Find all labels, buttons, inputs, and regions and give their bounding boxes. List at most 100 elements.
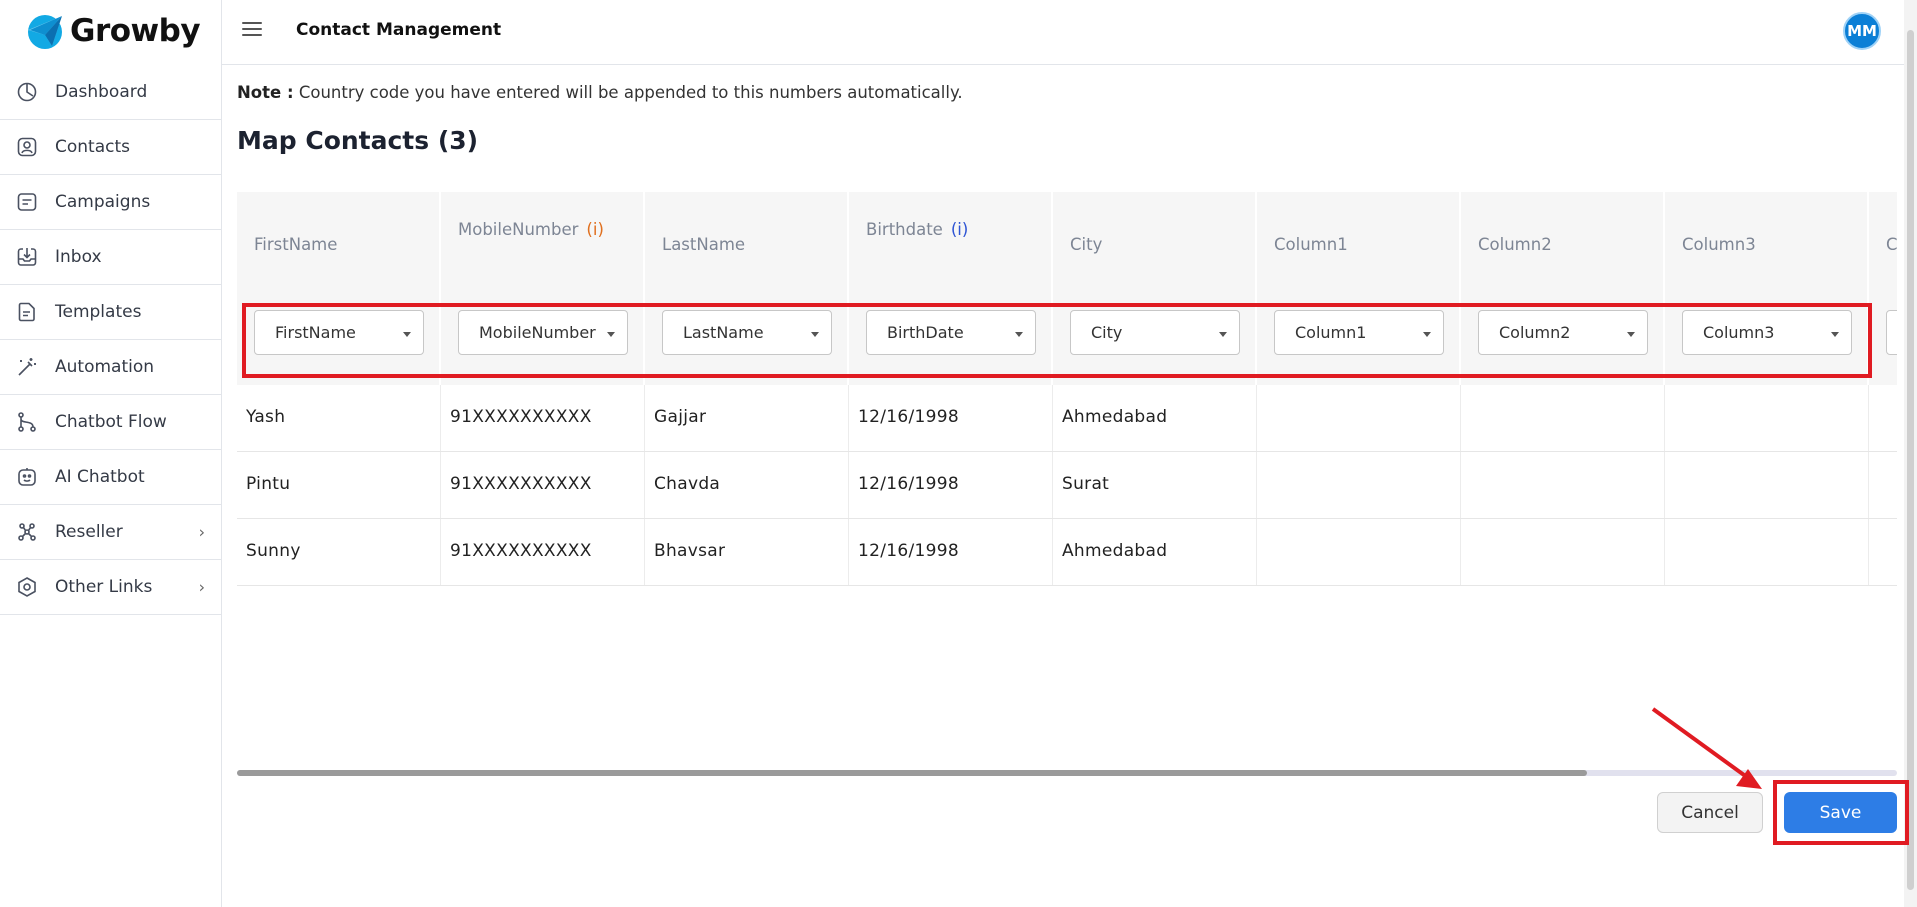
- note-label: Note :: [237, 83, 294, 102]
- scrollbar-thumb[interactable]: [237, 770, 1587, 776]
- column-header-firstname: FirstName: [237, 192, 441, 285]
- save-button[interactable]: Save: [1784, 792, 1897, 833]
- sidebar-item-other-links[interactable]: Other Links ›: [0, 560, 221, 615]
- map-select-mobilenumber[interactable]: MobileNumber: [458, 310, 628, 355]
- page-header-title: Contact Management: [296, 20, 502, 40]
- sidebar-item-dashboard[interactable]: Dashboard: [0, 65, 221, 120]
- sidebar-item-label: Automation: [55, 357, 155, 377]
- column-header-partial: C: [1869, 192, 1897, 285]
- table-row: Yash 91XXXXXXXXXX Gajjar 12/16/1998 Ahme…: [237, 385, 1897, 452]
- cell-birthdate: 12/16/1998: [858, 541, 959, 561]
- sidebar-item-label: Dashboard: [55, 82, 148, 102]
- chevron-right-icon: ›: [198, 522, 205, 542]
- map-contacts-table: FirstName MobileNumber (i) LastName Birth…: [237, 192, 1897, 594]
- avatar[interactable]: MM: [1843, 12, 1881, 50]
- sidebar-item-label: AI Chatbot: [55, 467, 145, 487]
- country-code-note: Note : Country code you have entered wil…: [237, 83, 963, 102]
- column-header-birthdate: Birthdate (i): [849, 192, 1053, 285]
- sidebar-item-campaigns[interactable]: Campaigns: [0, 175, 221, 230]
- map-select-partial[interactable]: [1886, 310, 1897, 355]
- sidebar-item-ai-chatbot[interactable]: AI Chatbot: [0, 450, 221, 505]
- cell-birthdate: 12/16/1998: [858, 407, 959, 427]
- cell-city: Surat: [1062, 474, 1110, 494]
- caret-down-icon: [1015, 332, 1023, 337]
- sidebar-item-label: Campaigns: [55, 192, 151, 212]
- column-header-label: City: [1070, 235, 1103, 254]
- caret-down-icon: [811, 332, 819, 337]
- inbox-icon: [14, 244, 40, 270]
- logo[interactable]: Growby: [24, 6, 201, 56]
- cell-mobilenumber: 91XXXXXXXXXX: [450, 407, 592, 427]
- map-select-column3[interactable]: Column3: [1682, 310, 1852, 355]
- sidebar-item-label: Contacts: [55, 137, 130, 157]
- sidebar-item-automation[interactable]: Automation: [0, 340, 221, 395]
- dashboard-icon: [14, 79, 40, 105]
- column-header-lastname: LastName: [645, 192, 849, 285]
- map-select-lastname[interactable]: LastName: [662, 310, 832, 355]
- cell-firstname: Yash: [246, 407, 286, 427]
- sidebar-item-contacts[interactable]: Contacts: [0, 120, 221, 175]
- caret-down-icon: [1423, 332, 1431, 337]
- other-links-icon: [14, 574, 40, 600]
- column-header-label: Column3: [1682, 235, 1756, 254]
- cell-lastname: Bhavsar: [654, 541, 726, 561]
- top-header: Contact Management MM: [222, 0, 1917, 65]
- map-select-birthdate[interactable]: BirthDate: [866, 310, 1036, 355]
- table-header-row: FirstName MobileNumber (i) LastName Birth…: [237, 192, 1897, 285]
- column-header-mobilenumber: MobileNumber (i): [441, 192, 645, 285]
- column-header-column2: Column2: [1461, 192, 1665, 285]
- sidebar-item-label: Chatbot Flow: [55, 412, 167, 432]
- cell-mobilenumber: 91XXXXXXXXXX: [450, 474, 592, 494]
- cell-firstname: Sunny: [246, 541, 301, 561]
- sidebar-item-label: Reseller: [55, 522, 123, 542]
- map-select-column2[interactable]: Column2: [1478, 310, 1648, 355]
- caret-down-icon: [403, 332, 411, 337]
- reseller-icon: [14, 519, 40, 545]
- sidebar-item-chatbot-flow[interactable]: Chatbot Flow: [0, 395, 221, 450]
- column-header-label: Birthdate: [866, 220, 943, 239]
- app-root: Growby Dashboard Contacts Campaigns Inbo…: [0, 0, 1917, 907]
- sidebar-item-label: Inbox: [55, 247, 102, 267]
- ai-chatbot-icon: [14, 464, 40, 490]
- automation-icon: [14, 354, 40, 380]
- cell-lastname: Gajjar: [654, 407, 707, 427]
- sidebar-item-reseller[interactable]: Reseller ›: [0, 505, 221, 560]
- note-text: Country code you have entered will be ap…: [293, 83, 963, 102]
- cell-mobilenumber: 91XXXXXXXXXX: [450, 541, 592, 561]
- templates-icon: [14, 299, 40, 325]
- map-select-city[interactable]: City: [1070, 310, 1240, 355]
- campaigns-icon: [14, 189, 40, 215]
- menu-icon[interactable]: [242, 22, 262, 40]
- chatbot-flow-icon: [14, 409, 40, 435]
- sidebar-item-templates[interactable]: Templates: [0, 285, 221, 340]
- caret-down-icon: [1219, 332, 1227, 337]
- column-header-column1: Column1: [1257, 192, 1461, 285]
- column-header-label: MobileNumber: [458, 220, 579, 239]
- map-select-column1[interactable]: Column1: [1274, 310, 1444, 355]
- page-scrollbar[interactable]: [1904, 0, 1917, 907]
- column-header-label: C: [1886, 235, 1897, 254]
- cell-city: Ahmedabad: [1062, 407, 1168, 427]
- caret-down-icon: [1627, 332, 1635, 337]
- cell-firstname: Pintu: [246, 474, 291, 494]
- sidebar-item-label: Other Links: [55, 577, 153, 597]
- table-horizontal-scrollbar[interactable]: [237, 770, 1897, 776]
- sidebar-item-inbox[interactable]: Inbox: [0, 230, 221, 285]
- mapping-row: FirstName MobileNumber LastName BirthDat…: [237, 285, 1897, 385]
- page-title: Map Contacts (3): [237, 126, 479, 155]
- cancel-button[interactable]: Cancel: [1657, 792, 1763, 833]
- info-icon[interactable]: (i): [586, 220, 603, 239]
- column-header-city: City: [1053, 192, 1257, 285]
- info-icon[interactable]: (i): [951, 220, 968, 239]
- table-row: Pintu 91XXXXXXXXXX Chavda 12/16/1998 Sur…: [237, 452, 1897, 519]
- cell-birthdate: 12/16/1998: [858, 474, 959, 494]
- map-select-firstname[interactable]: FirstName: [254, 310, 424, 355]
- paper-plane-logo-icon: [28, 15, 62, 49]
- column-header-label: FirstName: [254, 235, 338, 254]
- caret-down-icon: [1831, 332, 1839, 337]
- caret-down-icon: [607, 332, 615, 337]
- contacts-icon: [14, 134, 40, 160]
- sidebar: Growby Dashboard Contacts Campaigns Inbo…: [0, 0, 222, 907]
- column-header-label: LastName: [662, 235, 746, 254]
- logo-text: Growby: [70, 13, 201, 49]
